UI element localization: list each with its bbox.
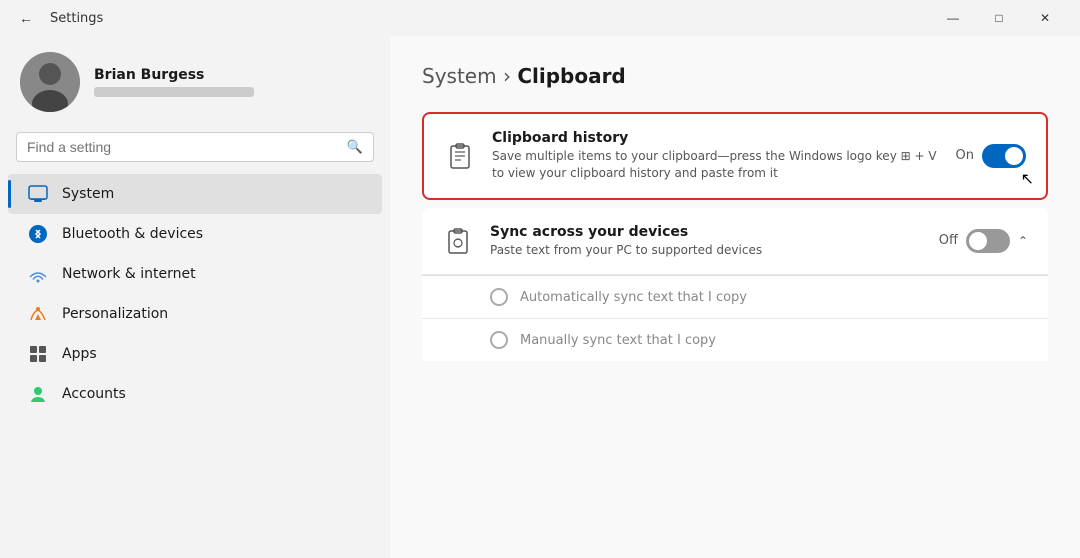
sync-devices-item: Sync across your devices Paste text from…	[422, 208, 1048, 276]
personalization-icon	[28, 304, 48, 324]
clipboard-history-status: On	[956, 148, 974, 163]
close-button[interactable]: ✕	[1022, 0, 1068, 36]
sync-devices-status: Off	[939, 233, 958, 248]
clipboard-history-title: Clipboard history	[492, 130, 940, 146]
minimize-button[interactable]: —	[930, 0, 976, 36]
sidebar-item-accounts-label: Accounts	[62, 386, 126, 402]
user-section: Brian Burgess	[0, 36, 390, 128]
manual-sync-label: Manually sync text that I copy	[520, 333, 716, 348]
toggle-thumb	[1005, 147, 1023, 165]
back-button[interactable]: ←	[12, 4, 40, 32]
clipboard-history-toggle[interactable]: ↖	[982, 144, 1026, 168]
sync-devices-toggle[interactable]	[966, 229, 1010, 253]
sidebar-item-personalization[interactable]: Personalization	[8, 294, 382, 334]
breadcrumb-current: Clipboard	[517, 64, 625, 88]
sync-expand-chevron[interactable]: ⌃	[1018, 234, 1028, 248]
search-box: 🔍	[16, 132, 374, 162]
clipboard-history-item: Clipboard history Save multiple items to…	[424, 114, 1046, 198]
user-email-bar	[94, 87, 254, 97]
sync-toggle-thumb	[969, 232, 987, 250]
main-layout: Brian Burgess 🔍 System	[0, 36, 1080, 558]
manual-sync-option[interactable]: Manually sync text that I copy	[422, 319, 1048, 361]
sidebar-item-accounts[interactable]: Accounts	[8, 374, 382, 414]
breadcrumb-separator: ›	[503, 64, 517, 88]
cursor-icon: ↖	[1021, 169, 1034, 188]
bluetooth-icon	[28, 224, 48, 244]
apps-icon	[28, 344, 48, 364]
clipboard-history-icon	[444, 140, 476, 172]
breadcrumb: System › Clipboard	[422, 64, 626, 88]
auto-sync-option[interactable]: Automatically sync text that I copy	[422, 276, 1048, 319]
sidebar-nav: System Bluetooth & devices	[0, 174, 390, 414]
sync-devices-icon	[442, 225, 474, 257]
user-info: Brian Burgess	[94, 67, 254, 97]
manual-sync-radio[interactable]	[490, 331, 508, 349]
clipboard-history-desc: Save multiple items to your clipboard—pr…	[492, 148, 940, 182]
sidebar-item-system-label: System	[62, 186, 114, 202]
system-icon	[28, 184, 48, 204]
app-title: Settings	[50, 11, 103, 26]
sidebar-item-network[interactable]: Network & internet	[8, 254, 382, 294]
clipboard-history-card: Clipboard history Save multiple items to…	[422, 112, 1048, 200]
titlebar: ← Settings — □ ✕	[0, 0, 1080, 36]
user-name: Brian Burgess	[94, 67, 254, 83]
sidebar: Brian Burgess 🔍 System	[0, 36, 390, 558]
window-controls: — □ ✕	[930, 0, 1068, 36]
search-icon: 🔍	[347, 140, 363, 155]
sidebar-item-system[interactable]: System	[8, 174, 382, 214]
sync-devices-content: Sync across your devices Paste text from…	[490, 224, 923, 259]
search-input[interactable]	[27, 139, 339, 155]
sync-devices-desc: Paste text from your PC to supported dev…	[490, 242, 923, 259]
search-container: 🔍	[0, 128, 390, 174]
accounts-icon	[28, 384, 48, 404]
restore-button[interactable]: □	[976, 0, 1022, 36]
sidebar-item-network-label: Network & internet	[62, 266, 196, 282]
sidebar-item-apps[interactable]: Apps	[8, 334, 382, 374]
breadcrumb-parent: System	[422, 64, 497, 88]
content-area: System › Clipboard Clipboard	[390, 36, 1080, 558]
clipboard-history-control: On ↖	[956, 144, 1026, 168]
sidebar-item-bluetooth-label: Bluetooth & devices	[62, 226, 203, 242]
sidebar-item-personalization-label: Personalization	[62, 306, 168, 322]
auto-sync-label: Automatically sync text that I copy	[520, 290, 747, 305]
auto-sync-radio[interactable]	[490, 288, 508, 306]
sync-devices-card: Sync across your devices Paste text from…	[422, 208, 1048, 362]
sidebar-item-apps-label: Apps	[62, 346, 97, 362]
page-header: System › Clipboard	[422, 64, 1048, 88]
network-icon	[28, 264, 48, 284]
avatar	[20, 52, 80, 112]
sync-devices-title: Sync across your devices	[490, 224, 923, 240]
sync-devices-control: Off ⌃	[939, 229, 1028, 253]
sidebar-item-bluetooth[interactable]: Bluetooth & devices	[8, 214, 382, 254]
clipboard-history-content: Clipboard history Save multiple items to…	[492, 130, 940, 182]
